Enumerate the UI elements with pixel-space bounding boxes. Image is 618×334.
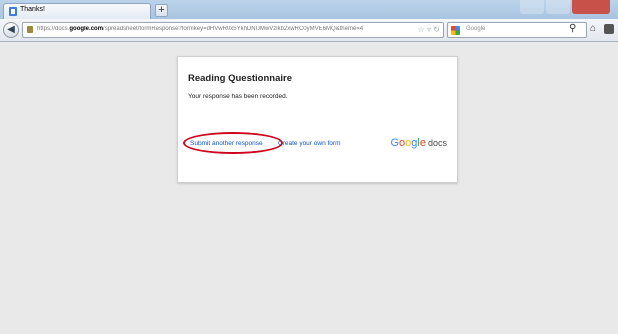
back-arrow-icon[interactable]: ◀ [3, 22, 19, 38]
url-text: https://docs.google.com/spreadsheet/form… [37, 26, 364, 32]
minimize-button[interactable] [520, 0, 544, 14]
google-icon [451, 26, 460, 35]
title-bar: Thanks! + [0, 0, 618, 19]
confirmation-card: Reading Questionnaire Your response has … [177, 56, 458, 183]
menu-icon[interactable] [604, 24, 614, 34]
google-logo: Google [390, 137, 426, 149]
highlight-ring [183, 132, 283, 154]
new-tab-button[interactable]: + [155, 4, 168, 17]
confirmation-message: Your response has been recorded. [188, 93, 288, 100]
search-input[interactable]: Google [447, 22, 587, 38]
google-docs-logo[interactable]: Google docs [390, 137, 447, 149]
home-icon[interactable]: ⌂ [590, 23, 596, 34]
search-icon[interactable]: ⚲ [569, 23, 576, 34]
maximize-button[interactable] [546, 0, 570, 14]
document-icon [9, 7, 17, 16]
form-title: Reading Questionnaire [188, 73, 292, 84]
close-button[interactable] [572, 0, 610, 14]
address-bar[interactable]: https://docs.google.com/spreadsheet/form… [22, 22, 444, 38]
window-controls [518, 0, 618, 16]
submit-another-response-link[interactable]: Submit another response [183, 132, 283, 154]
tab-title: Thanks! [20, 6, 45, 13]
create-your-own-form-link[interactable]: Create your own form [278, 140, 341, 147]
docs-logo-suffix: docs [427, 138, 447, 148]
lock-icon [27, 26, 33, 33]
bookmark-star-icon[interactable]: ☆ ▿ ↻ [418, 25, 440, 34]
tab-thanks[interactable]: Thanks! [3, 3, 151, 19]
navigation-bar: ◀ https://docs.google.com/spreadsheet/fo… [0, 19, 618, 42]
search-placeholder: Google [466, 26, 486, 32]
